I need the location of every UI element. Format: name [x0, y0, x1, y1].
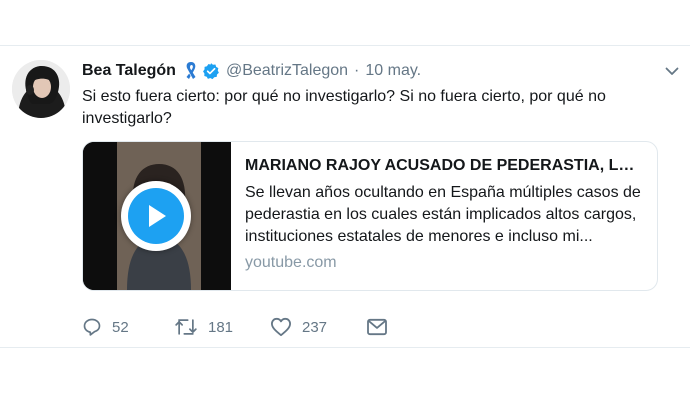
- user-handle[interactable]: @BeatrizTalegon: [226, 62, 348, 80]
- tweet-header: Bea Talegón @BeatrizTalegon · 10 may.: [82, 60, 421, 82]
- timeline-divider-bottom: [0, 347, 690, 348]
- direct-message-icon: [366, 318, 388, 336]
- reply-count: 52: [112, 318, 129, 336]
- chevron-down-icon[interactable]: [664, 63, 680, 79]
- video-thumbnail[interactable]: [83, 142, 231, 290]
- link-card[interactable]: MARIANO RAJOY ACUSADO DE PEDERASTIA, LA.…: [82, 141, 658, 291]
- tweet-date[interactable]: 10 may.: [365, 62, 421, 80]
- display-name[interactable]: Bea Talegón: [82, 62, 176, 80]
- tweet-actions: 52 181 237: [82, 316, 388, 338]
- like-button[interactable]: 237: [270, 317, 366, 337]
- card-description: Se llevan años ocultando en España múlti…: [245, 184, 641, 245]
- play-icon: [128, 188, 184, 244]
- reply-button[interactable]: 52: [82, 317, 174, 337]
- reply-icon: [82, 317, 102, 337]
- retweet-button[interactable]: 181: [174, 317, 270, 337]
- tweet-text: Si esto fuera cierto: por qué no investi…: [82, 88, 606, 127]
- timeline-divider-top: [0, 45, 690, 46]
- card-body: MARIANO RAJOY ACUSADO DE PEDERASTIA, LA.…: [231, 142, 657, 290]
- play-button[interactable]: [121, 181, 191, 251]
- retweet-icon: [174, 317, 198, 337]
- ribbon-icon: [184, 61, 198, 81]
- card-title[interactable]: MARIANO RAJOY ACUSADO DE PEDERASTIA, LA.…: [245, 156, 643, 176]
- avatar[interactable]: [12, 60, 70, 118]
- separator-dot: ·: [354, 62, 360, 79]
- like-count: 237: [302, 318, 328, 336]
- retweet-count: 181: [208, 318, 234, 336]
- like-icon: [270, 317, 292, 337]
- card-domain: youtube.com: [245, 254, 337, 271]
- direct-message-button[interactable]: [366, 318, 388, 336]
- verified-badge-icon: [202, 62, 220, 80]
